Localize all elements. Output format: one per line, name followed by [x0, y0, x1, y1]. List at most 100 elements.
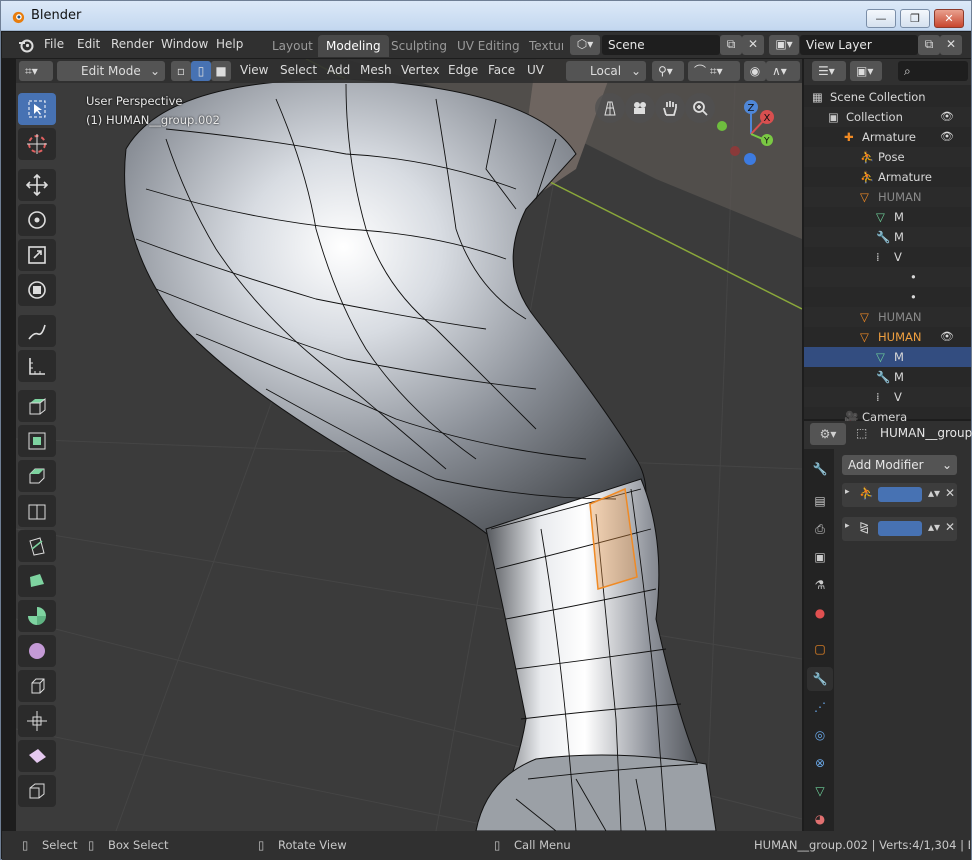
- camera-view-button[interactable]: [625, 93, 655, 123]
- tab-modeling[interactable]: Modeling: [318, 35, 389, 57]
- properties-editor-type-button[interactable]: ⚙▾: [810, 423, 846, 445]
- outliner-row[interactable]: 🔧 M: [804, 227, 971, 247]
- outliner-row[interactable]: ✚ Armature 👁: [804, 127, 971, 147]
- remove-modifier-icon[interactable]: ✕: [945, 486, 955, 500]
- tab-particles[interactable]: ⋰: [807, 695, 833, 719]
- move-up-down-icon[interactable]: ▴▾: [928, 520, 940, 534]
- delete-scene-icon[interactable]: ✕: [742, 35, 764, 55]
- outliner-editor-type-button[interactable]: ☰▾: [812, 61, 846, 81]
- viewport-3d[interactable]: [16, 59, 802, 831]
- menu-window[interactable]: Window: [161, 37, 208, 51]
- expand-arrow-icon[interactable]: ▸: [845, 487, 850, 497]
- expand-arrow-icon[interactable]: ▸: [845, 521, 850, 531]
- tool-loop-cut[interactable]: [18, 495, 56, 527]
- tab-material[interactable]: ◕: [807, 807, 833, 831]
- tab-scene[interactable]: ⚗: [807, 573, 833, 597]
- outliner-row[interactable]: 🔧 M: [804, 367, 971, 387]
- viewport-menu-select[interactable]: Select: [280, 63, 317, 77]
- pan-view-button[interactable]: [655, 93, 685, 123]
- menu-render[interactable]: Render: [111, 37, 154, 51]
- tool-select-box[interactable]: [18, 93, 56, 125]
- tool-move[interactable]: [18, 169, 56, 201]
- viewport-menu-mesh[interactable]: Mesh: [360, 63, 392, 77]
- tool-rip-region[interactable]: [18, 775, 56, 807]
- outliner-row[interactable]: ▽ M: [804, 207, 971, 227]
- modifier-visibility-toggles[interactable]: [878, 521, 922, 536]
- outliner-row[interactable]: •: [804, 267, 971, 287]
- tab-output[interactable]: ⎙: [807, 517, 833, 541]
- gizmo-neg-y[interactable]: [717, 121, 727, 131]
- modifier-mirror-panel[interactable]: ▸ ⧎ ▴▾ ✕: [842, 517, 957, 541]
- tool-knife[interactable]: [18, 530, 56, 562]
- modifier-visibility-toggles[interactable]: [878, 487, 922, 502]
- maximize-button[interactable]: ❐: [900, 9, 930, 28]
- tool-extrude[interactable]: [18, 390, 56, 422]
- viewport-menu-add[interactable]: Add: [327, 63, 350, 77]
- outliner-row[interactable]: ▣ Collection 👁: [804, 107, 971, 127]
- outliner-row[interactable]: ⛹ Pose: [804, 147, 971, 167]
- tool-poly-build[interactable]: [18, 565, 56, 597]
- display-mode-button[interactable]: ▣▾: [850, 61, 882, 81]
- orientation-dropdown[interactable]: Local ⌄: [566, 61, 646, 81]
- gizmo-neg-z[interactable]: [744, 153, 756, 165]
- outliner-row[interactable]: ▦ Scene Collection: [804, 87, 971, 107]
- outliner-row[interactable]: ⁞ V: [804, 247, 971, 267]
- snap-button[interactable]: ⌒ ⌗▾: [688, 61, 740, 81]
- blender-menu-icon[interactable]: [18, 37, 34, 53]
- tab-uv-editing[interactable]: UV Editing: [449, 35, 528, 57]
- edge-select-button[interactable]: ▯: [191, 61, 211, 81]
- tool-rotate[interactable]: [18, 204, 56, 236]
- tab-data[interactable]: ▽: [807, 779, 833, 803]
- tool-smooth[interactable]: [18, 635, 56, 667]
- outliner-row[interactable]: ⛹ Armature: [804, 167, 971, 187]
- outliner-search-input[interactable]: ⌕: [898, 61, 968, 81]
- tool-shear[interactable]: [18, 740, 56, 772]
- menu-help[interactable]: Help: [216, 37, 243, 51]
- outliner-row[interactable]: ▽ HUMAN 👁: [804, 327, 971, 347]
- outliner-row[interactable]: ▽ M: [804, 347, 971, 367]
- tab-modifiers[interactable]: 🔧: [807, 667, 833, 691]
- tab-sculpting[interactable]: Sculpting: [383, 35, 455, 57]
- tool-annotate[interactable]: [18, 315, 56, 347]
- tab-tool[interactable]: 🔧: [807, 457, 833, 481]
- toggle-perspective-button[interactable]: [595, 93, 625, 123]
- menu-edit[interactable]: Edit: [77, 37, 100, 51]
- close-window-button[interactable]: ✕: [934, 9, 964, 28]
- vertex-select-button[interactable]: ▫: [171, 61, 191, 81]
- viewport-menu-uv[interactable]: UV: [527, 63, 544, 77]
- tab-render[interactable]: ▤: [807, 489, 833, 513]
- gizmo-neg-x[interactable]: [730, 146, 740, 156]
- new-scene-icon[interactable]: ⧉: [720, 35, 742, 55]
- tab-object[interactable]: ▢: [807, 637, 833, 661]
- viewport-menu-face[interactable]: Face: [488, 63, 515, 77]
- zoom-view-button[interactable]: [685, 93, 715, 123]
- eye-icon[interactable]: 👁: [940, 130, 954, 143]
- tool-edge-slide[interactable]: [18, 670, 56, 702]
- scene-selector-button[interactable]: ⬡▾: [570, 35, 600, 55]
- eye-icon[interactable]: 👁: [940, 110, 954, 123]
- menu-file[interactable]: File: [44, 37, 64, 51]
- tool-scale[interactable]: [18, 239, 56, 271]
- tool-shrink-fatten[interactable]: [18, 705, 56, 737]
- tool-measure[interactable]: [18, 350, 56, 382]
- tab-world[interactable]: ●: [807, 601, 833, 625]
- tab-layout[interactable]: Layout: [264, 35, 321, 57]
- scene-name-field[interactable]: Scene: [602, 35, 720, 55]
- delete-view-layer-icon[interactable]: ✕: [940, 35, 962, 55]
- tool-bevel[interactable]: [18, 460, 56, 492]
- viewport-menu-view[interactable]: View: [240, 63, 268, 77]
- mode-dropdown[interactable]: Edit Mode ⌄: [57, 61, 165, 81]
- tab-texturing[interactable]: Texturing: [521, 35, 563, 57]
- tab-physics[interactable]: ◎: [807, 723, 833, 747]
- remove-modifier-icon[interactable]: ✕: [945, 520, 955, 534]
- tab-view-layer[interactable]: ▣: [807, 545, 833, 569]
- view-layer-selector-button[interactable]: ▣▾: [769, 35, 799, 55]
- minimize-button[interactable]: —: [866, 9, 896, 28]
- pivot-point-button[interactable]: ⚲▾: [652, 61, 684, 81]
- eye-icon[interactable]: 👁: [940, 330, 954, 343]
- outliner-row[interactable]: ⁞ V: [804, 387, 971, 407]
- outliner-row[interactable]: ▽ HUMAN: [804, 307, 971, 327]
- tool-cursor[interactable]: [18, 128, 56, 160]
- face-select-button[interactable]: ■: [211, 61, 231, 81]
- add-modifier-dropdown[interactable]: Add Modifier ⌄: [842, 455, 957, 475]
